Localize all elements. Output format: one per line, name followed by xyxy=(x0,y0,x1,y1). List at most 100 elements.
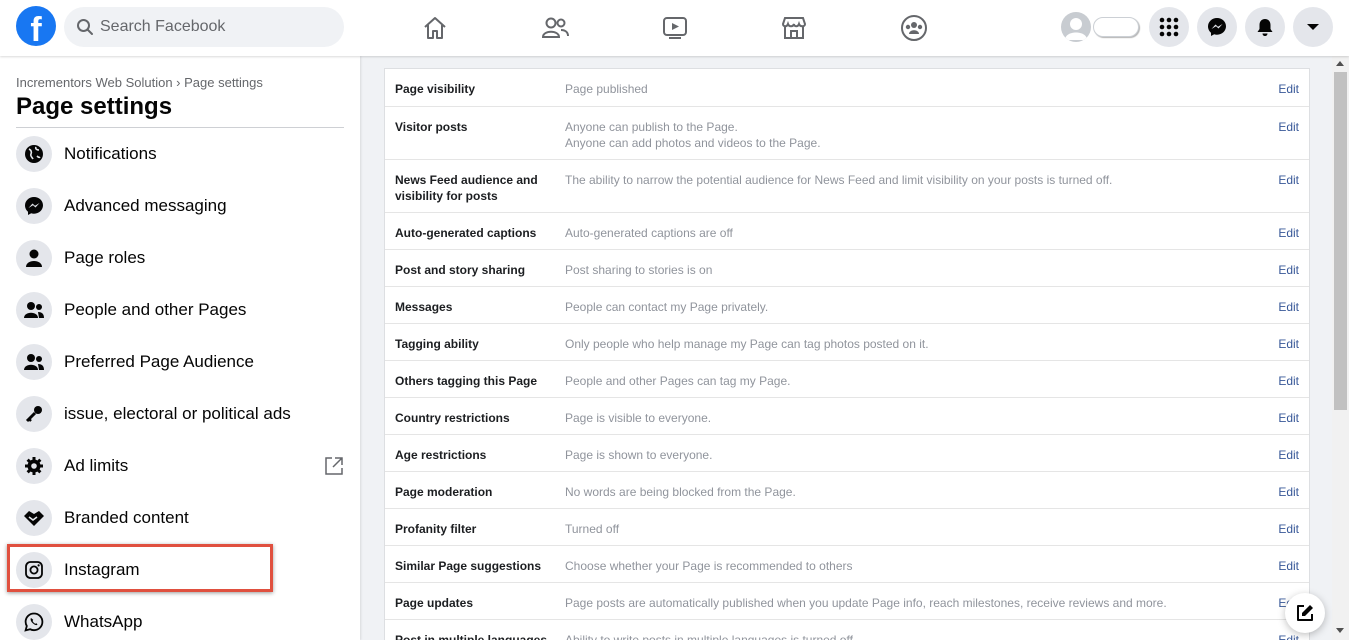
edit-link[interactable]: Edit xyxy=(1278,262,1299,278)
table-row: Auto-generated captions Auto-generated c… xyxy=(385,213,1309,250)
setting-label: Similar Page suggestions xyxy=(395,559,542,573)
setting-value-line: Anyone can publish to the Page. xyxy=(565,120,738,134)
sidebar-item-notifications[interactable]: Notifications xyxy=(8,128,352,180)
edit-link[interactable]: Edit xyxy=(1278,632,1299,640)
sidebar-item-page-roles[interactable]: Page roles xyxy=(8,232,352,284)
table-row: Page moderation No words are being block… xyxy=(385,472,1309,509)
setting-value: Only people who help manage my Page can … xyxy=(565,337,929,351)
groups-icon xyxy=(901,15,927,41)
search-icon xyxy=(77,19,93,35)
page-settings-table: Page visibility Page published Edit Visi… xyxy=(384,68,1310,640)
edit-link[interactable]: Edit xyxy=(1278,447,1299,463)
table-row: Post and story sharing Post sharing to s… xyxy=(385,250,1309,287)
avatar xyxy=(1061,12,1091,42)
sidebar-item-advanced-messaging[interactable]: Advanced messaging xyxy=(8,180,352,232)
messenger-icon xyxy=(1208,18,1226,36)
sidebar-item-preferred-page-audience[interactable]: Preferred Page Audience xyxy=(8,336,352,388)
key-icon xyxy=(16,396,52,432)
edit-link[interactable]: Edit xyxy=(1278,373,1299,389)
edit-link[interactable]: Edit xyxy=(1278,484,1299,500)
facebook-logo[interactable]: f xyxy=(16,6,56,46)
table-row: Age restrictions Page is shown to everyo… xyxy=(385,435,1309,472)
table-row: Messages People can contact my Page priv… xyxy=(385,287,1309,324)
nav-friends[interactable] xyxy=(499,8,611,48)
sidebar-item-label: Page roles xyxy=(64,248,146,267)
edit-link[interactable]: Edit xyxy=(1278,225,1299,241)
instagram-icon xyxy=(16,552,52,588)
profile-shortcut[interactable] xyxy=(1061,12,1141,42)
search-box[interactable] xyxy=(64,7,344,47)
table-row: News Feed audience and visibility for po… xyxy=(385,160,1309,213)
table-row: Country restrictions Page is visible to … xyxy=(385,398,1309,435)
nav-groups[interactable] xyxy=(858,8,970,48)
sidebar-item-label: Instagram xyxy=(64,560,140,579)
sidebar-item-label: Notifications xyxy=(64,144,157,163)
sidebar-item-ad-limits[interactable]: Ad limits xyxy=(8,440,352,492)
table-row: Page visibility Page published Edit xyxy=(385,69,1309,107)
handshake-icon xyxy=(16,500,52,536)
setting-label: Others tagging this Page xyxy=(395,374,538,388)
setting-value: Page is visible to everyone. xyxy=(565,411,712,425)
setting-label: Post and story sharing xyxy=(395,263,526,277)
table-row: Tagging ability Only people who help man… xyxy=(385,324,1309,361)
edit-link[interactable]: Edit xyxy=(1278,299,1299,315)
new-message-button[interactable] xyxy=(1285,593,1325,633)
edit-link[interactable]: Edit xyxy=(1278,521,1299,537)
sidebar-item-political-ads[interactable]: issue, electoral or political ads xyxy=(8,388,352,440)
setting-value: Anyone can publish to the Page. Anyone ca… xyxy=(565,119,1255,151)
table-row: Visitor posts Anyone can publish to the … xyxy=(385,107,1309,160)
setting-value: Ability to write posts in multiple langu… xyxy=(565,633,857,640)
whatsapp-icon xyxy=(16,604,52,640)
account-dropdown-icon xyxy=(1307,24,1319,30)
setting-value: People can contact my Page privately. xyxy=(565,300,769,314)
sidebar-item-people-and-other-pages[interactable]: People and other Pages xyxy=(8,284,352,336)
people-icon xyxy=(16,344,52,380)
person-icon xyxy=(16,240,52,276)
setting-value: Auto-generated captions are off xyxy=(565,226,733,240)
nav-watch[interactable] xyxy=(619,8,731,48)
friends-icon xyxy=(541,17,569,38)
edit-link[interactable]: Edit xyxy=(1278,172,1299,188)
setting-value: No words are being blocked from the Page… xyxy=(565,485,796,499)
scroll-thumb[interactable] xyxy=(1334,72,1347,410)
table-row: Post in multiple languages Ability to wr… xyxy=(385,620,1309,640)
page-scrollbar[interactable] xyxy=(1332,56,1349,640)
setting-value: Page published xyxy=(565,82,648,96)
menu-grid-icon xyxy=(1159,17,1179,37)
account-button[interactable] xyxy=(1293,7,1333,47)
nav-marketplace[interactable] xyxy=(738,8,850,48)
notifications-icon xyxy=(1257,19,1273,36)
edit-link[interactable]: Edit xyxy=(1278,119,1299,135)
edit-link[interactable]: Edit xyxy=(1278,558,1299,574)
setting-label: Auto-generated captions xyxy=(395,226,537,240)
setting-value: The ability to narrow the potential audi… xyxy=(565,173,1113,187)
watch-icon xyxy=(663,17,687,39)
messenger-button[interactable] xyxy=(1197,7,1237,47)
marketplace-icon xyxy=(781,17,807,39)
sidebar-item-branded-content[interactable]: Branded content xyxy=(8,492,352,544)
notifications-button[interactable] xyxy=(1245,7,1285,47)
settings-sidebar: Incrementors Web Solution › Page setting… xyxy=(0,56,360,640)
table-row: Others tagging this Page People and othe… xyxy=(385,361,1309,398)
sidebar-item-instagram[interactable]: Instagram xyxy=(8,544,352,596)
breadcrumb[interactable]: Incrementors Web Solution › Page setting… xyxy=(16,75,263,90)
menu-button[interactable] xyxy=(1149,7,1189,47)
setting-value: Post sharing to stories is on xyxy=(565,263,713,277)
sidebar-item-label: People and other Pages xyxy=(64,300,247,319)
edit-link[interactable]: Edit xyxy=(1278,410,1299,426)
scroll-down-arrow[interactable] xyxy=(1336,628,1344,633)
setting-label: Messages xyxy=(395,300,453,314)
sidebar-item-label: Ad limits xyxy=(64,456,129,475)
external-link-icon xyxy=(325,457,343,475)
nav-home[interactable] xyxy=(379,8,491,48)
compose-icon xyxy=(1297,605,1313,621)
sidebar-item-label: issue, electoral or political ads xyxy=(64,404,291,423)
sidebar-item-whatsapp[interactable]: WhatsApp xyxy=(8,596,352,640)
edit-link[interactable]: Edit xyxy=(1278,336,1299,352)
scroll-up-arrow[interactable] xyxy=(1336,61,1344,66)
setting-label: Tagging ability xyxy=(395,337,479,351)
profile-name-pill xyxy=(1093,17,1139,37)
search-input[interactable] xyxy=(100,7,330,47)
edit-link[interactable]: Edit xyxy=(1278,81,1299,97)
sidebar-item-label: Advanced messaging xyxy=(64,196,227,215)
